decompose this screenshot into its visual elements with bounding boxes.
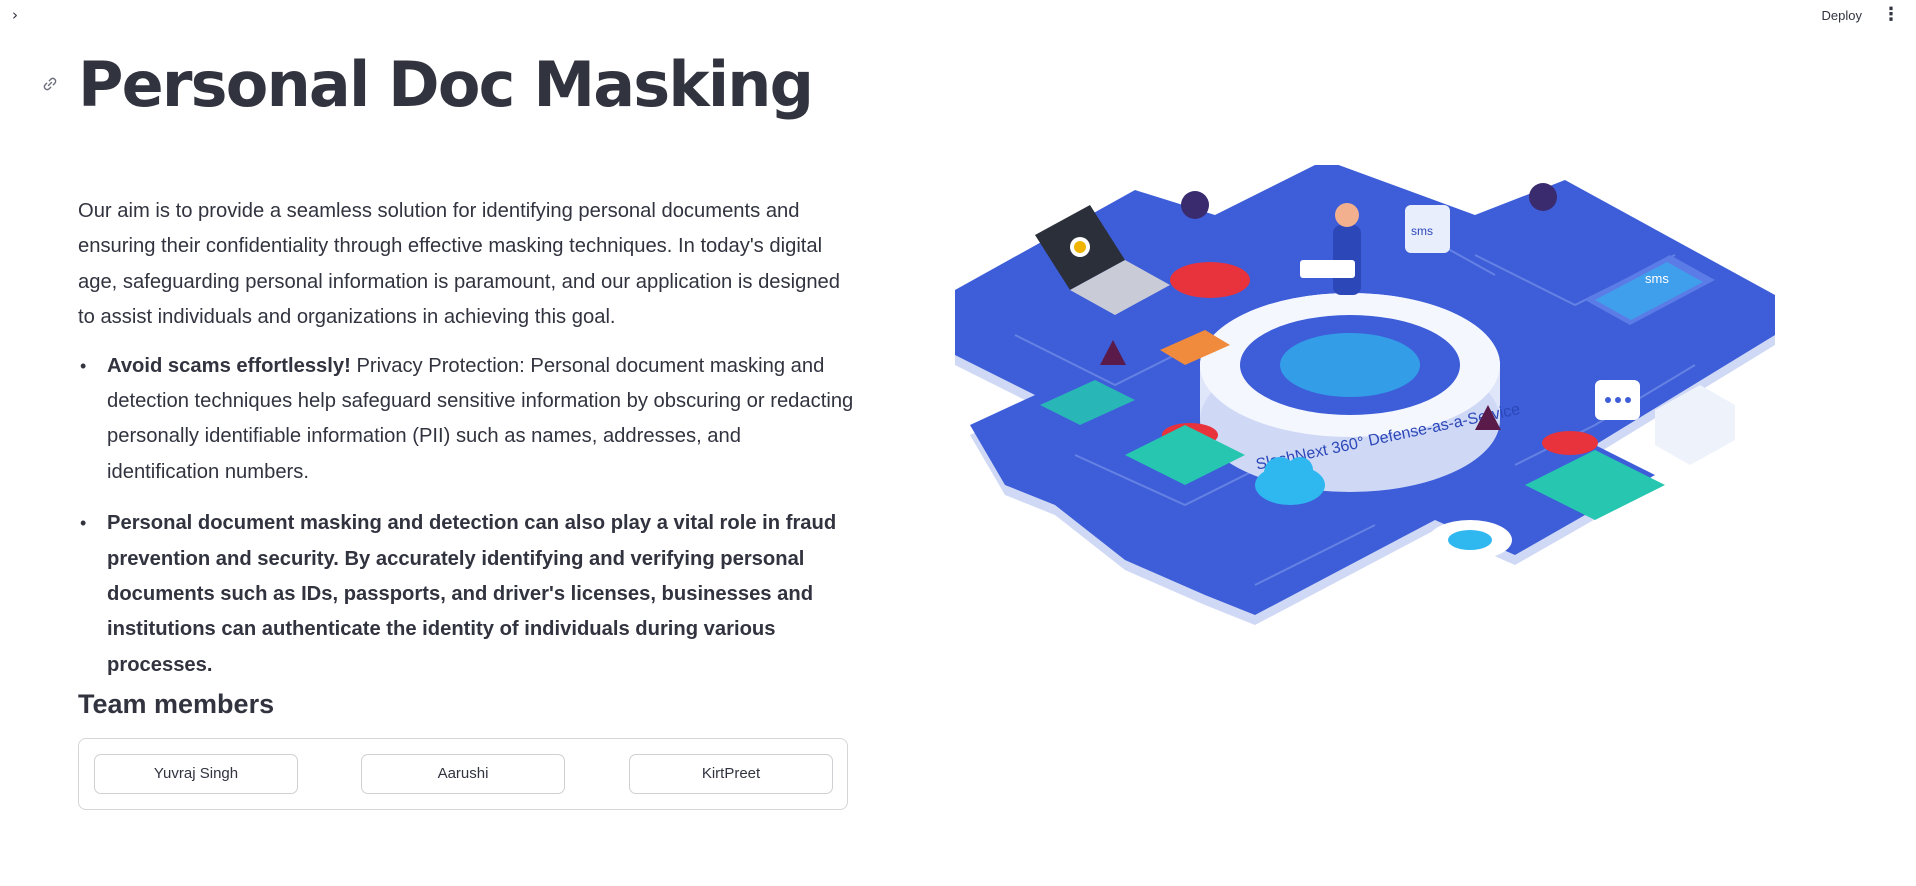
sms-label: sms <box>1411 224 1433 238</box>
main-content: Personal Doc Masking Our aim is to provi… <box>78 40 858 699</box>
intro-paragraph: Our aim is to provide a seamless solutio… <box>78 200 841 329</box>
deploy-button[interactable]: Deploy <box>1816 6 1868 25</box>
sms-label: sms <box>1645 271 1669 286</box>
page-title: Personal Doc Masking <box>78 48 814 121</box>
team-member-button[interactable]: KirtPreet <box>629 754 833 794</box>
team-members-container: Yuvraj Singh Aarushi KirtPreet <box>78 738 848 810</box>
security-illustration: SlashNext 360° Defense-as-a-Service sms … <box>955 160 1780 645</box>
list-item: Avoid scams effortlessly! Privacy Protec… <box>78 349 858 491</box>
chevron-right-icon[interactable]: › <box>12 6 30 24</box>
top-bar: › Deploy ⋮ <box>0 0 1916 36</box>
feature-list: Avoid scams effortlessly! Privacy Protec… <box>78 349 858 684</box>
link-icon[interactable] <box>40 74 60 94</box>
team-heading: Team members <box>78 689 275 719</box>
team-member-button[interactable]: Yuvraj Singh <box>94 754 298 794</box>
more-vertical-icon[interactable]: ⋮ <box>1882 6 1900 26</box>
team-member-button[interactable]: Aarushi <box>361 754 565 794</box>
list-item-bold: Personal document masking and detection … <box>107 512 837 676</box>
list-item: Personal document masking and detection … <box>78 506 858 683</box>
list-item-bold: Avoid scams effortlessly! <box>107 354 351 377</box>
